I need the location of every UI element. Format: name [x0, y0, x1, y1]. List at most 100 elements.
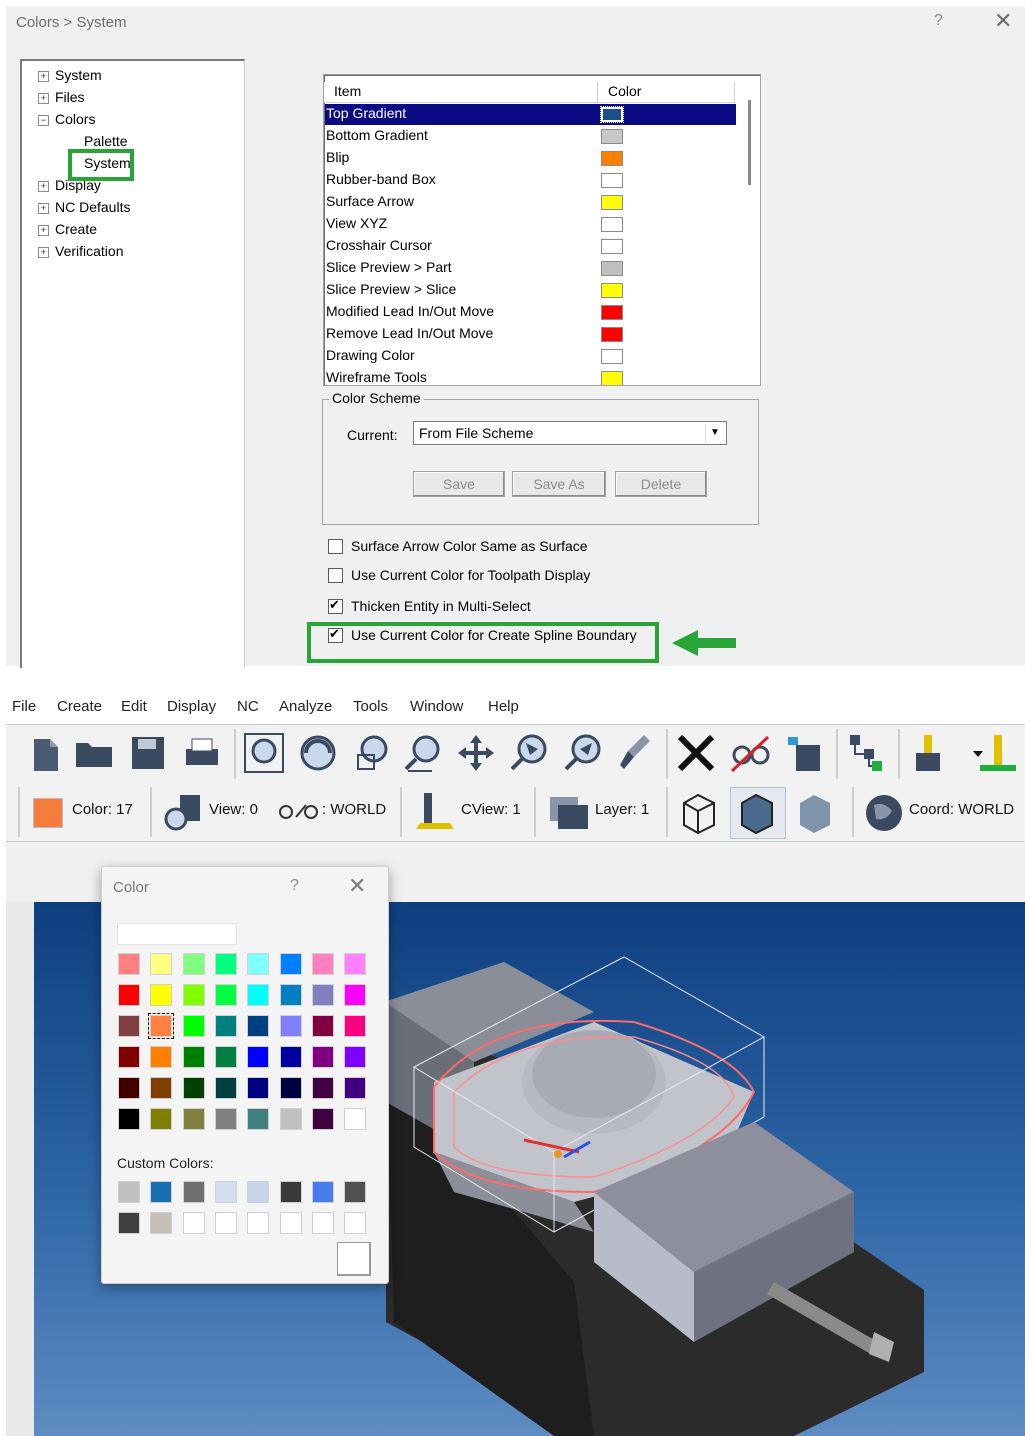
basic-color-cell[interactable] [118, 1015, 140, 1037]
basic-color-cell[interactable] [118, 984, 140, 1006]
color-swatch[interactable] [601, 371, 623, 385]
basic-color-cell[interactable] [279, 1015, 302, 1037]
zoom-window-icon[interactable] [350, 731, 394, 775]
cview-status[interactable]: CView: 1 [461, 801, 521, 818]
basic-color-cell[interactable] [311, 1077, 334, 1099]
basic-color-cell[interactable] [247, 1077, 270, 1099]
save-as-button[interactable]: Save As [512, 471, 606, 497]
help-icon[interactable]: ? [290, 877, 299, 895]
brush-icon[interactable] [614, 731, 658, 775]
menu-tools[interactable]: Tools [353, 698, 388, 715]
basic-color-cell[interactable] [118, 1108, 140, 1130]
list-row[interactable]: Remove Lead In/Out Move [325, 324, 736, 345]
wcs-icon[interactable] [276, 801, 326, 823]
tree-item-nc-defaults[interactable]: + NC Defaults [38, 197, 130, 217]
basic-color-cell[interactable] [150, 1046, 173, 1068]
basic-color-cell[interactable] [247, 1015, 270, 1037]
list-row[interactable]: Rubber-band Box [325, 170, 736, 191]
scheme-dropdown[interactable]: From File Scheme ▼ [413, 421, 727, 445]
list-row[interactable]: Crosshair Cursor [325, 236, 736, 257]
basic-color-cell[interactable] [182, 953, 205, 975]
custom-color-cell[interactable] [279, 1181, 302, 1203]
menu-display[interactable]: Display [167, 698, 216, 715]
collapse-icon[interactable]: − [38, 115, 49, 126]
cview-icon[interactable] [410, 789, 458, 837]
column-divider[interactable] [597, 82, 598, 102]
basic-color-cell[interactable] [311, 1015, 334, 1037]
custom-color-cell[interactable] [150, 1181, 173, 1203]
list-row[interactable]: Drawing Color [325, 346, 736, 367]
delete-x-icon[interactable] [674, 731, 718, 775]
globe-icon[interactable] [862, 791, 906, 835]
close-icon[interactable]: ✕ [994, 8, 1012, 34]
custom-color-cell[interactable] [247, 1212, 270, 1234]
color-swatch[interactable] [601, 239, 623, 254]
tree-item-colors[interactable]: − Colors [38, 109, 95, 129]
color-swatch[interactable] [601, 261, 623, 276]
custom-color-cell[interactable] [150, 1212, 173, 1234]
new-file-icon[interactable] [24, 731, 68, 775]
tree-structure-icon[interactable] [844, 731, 888, 775]
color-swatch[interactable] [600, 106, 624, 123]
tree-item-palette[interactable]: Palette [84, 131, 128, 151]
custom-color-cell[interactable] [344, 1212, 367, 1234]
basic-color-cell[interactable] [118, 1077, 140, 1099]
list-row[interactable]: Blip [325, 148, 736, 169]
basic-color-cell[interactable] [279, 1108, 302, 1130]
menu-edit[interactable]: Edit [121, 698, 147, 715]
basic-color-cell[interactable] [148, 1013, 175, 1039]
basic-color-cell[interactable] [182, 1015, 205, 1037]
custom-color-cell[interactable] [279, 1212, 302, 1234]
expand-icon[interactable]: + [38, 71, 49, 82]
solid-shaded-icon[interactable] [792, 791, 838, 835]
delete-button[interactable]: Delete [615, 471, 707, 497]
custom-color-cell[interactable] [311, 1212, 334, 1234]
menu-analyze[interactable]: Analyze [279, 698, 332, 715]
wireframe-icon[interactable] [676, 791, 722, 835]
list-row[interactable]: Slice Preview > Part [325, 258, 736, 279]
color-swatch[interactable] [601, 305, 623, 320]
basic-color-cell[interactable] [247, 953, 270, 975]
color-swatch[interactable] [601, 327, 623, 342]
basic-color-cell[interactable] [182, 984, 205, 1006]
column-header-item[interactable]: Item [334, 83, 361, 99]
basic-color-cell[interactable] [344, 1077, 367, 1099]
custom-color-cell[interactable] [118, 1212, 140, 1234]
basic-color-cell[interactable] [247, 1108, 270, 1130]
rotate-view-icon[interactable] [296, 731, 340, 775]
menu-nc[interactable]: NC [237, 698, 259, 715]
custom-color-cell[interactable] [344, 1181, 367, 1203]
column-header-color[interactable]: Color [608, 83, 641, 99]
color-swatch[interactable] [601, 129, 623, 144]
color-value-field[interactable] [117, 923, 237, 945]
color-swatch[interactable] [601, 195, 623, 210]
basic-color-cell[interactable] [182, 1046, 205, 1068]
basic-color-cell[interactable] [150, 1108, 173, 1130]
custom-color-cell[interactable] [182, 1212, 205, 1234]
list-row[interactable]: View XYZ [325, 214, 736, 235]
basic-color-cell[interactable] [247, 1046, 270, 1068]
save-icon[interactable] [126, 731, 170, 775]
view-icon[interactable] [162, 791, 206, 835]
scrollbar-thumb[interactable] [748, 100, 751, 185]
coord-status[interactable]: Coord: WORLD [909, 801, 1014, 818]
custom-color-cell[interactable] [214, 1181, 237, 1203]
basic-color-cell[interactable] [344, 1108, 367, 1130]
tree-item-create[interactable]: + Create [38, 219, 97, 239]
basic-color-cell[interactable] [214, 984, 237, 1006]
basic-color-cell[interactable] [279, 1077, 302, 1099]
basic-color-cell[interactable] [344, 984, 367, 1006]
basic-color-cell[interactable] [279, 1046, 302, 1068]
expand-icon[interactable]: + [38, 93, 49, 104]
custom-color-cell[interactable] [214, 1212, 237, 1234]
color-swatch[interactable] [601, 173, 623, 188]
list-row[interactable]: Modified Lead In/Out Move [325, 302, 736, 323]
basic-color-cell[interactable] [214, 1046, 237, 1068]
solid-select-icon[interactable] [782, 731, 826, 775]
basic-color-cell[interactable] [214, 953, 237, 975]
zoom-out-icon[interactable] [562, 731, 606, 775]
basic-color-cell[interactable] [150, 984, 173, 1006]
help-icon[interactable]: ? [934, 12, 943, 30]
checkbox[interactable] [328, 568, 343, 583]
color-preview[interactable] [337, 1242, 371, 1276]
